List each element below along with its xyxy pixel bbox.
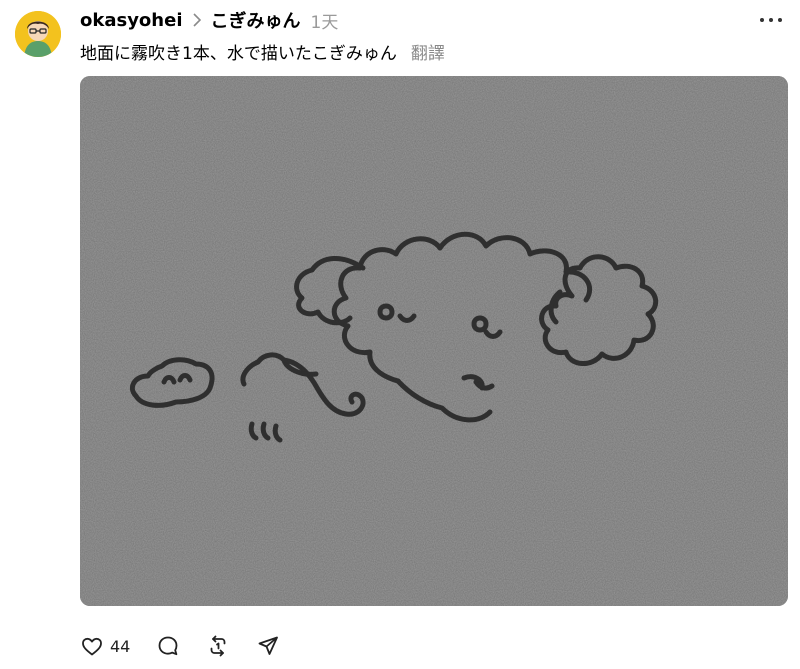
send-icon bbox=[256, 634, 280, 658]
more-dots-icon[interactable] bbox=[760, 12, 782, 28]
avatar-illustration bbox=[15, 11, 61, 57]
share-button[interactable] bbox=[256, 634, 280, 658]
comment-button[interactable] bbox=[156, 634, 180, 658]
action-bar: 44 bbox=[80, 632, 306, 660]
thread-post: okasyohei こぎみゅん 1天 地面に霧吹き1本、水で描いたこぎみゅん 翻… bbox=[0, 0, 800, 669]
avatar[interactable] bbox=[15, 11, 61, 57]
repost-button[interactable] bbox=[206, 634, 230, 658]
repost-icon bbox=[206, 634, 230, 658]
translate-link[interactable]: 翻譯 bbox=[411, 39, 445, 64]
caption-text: 地面に霧吹き1本、水で描いたこぎみゅん bbox=[80, 43, 397, 64]
water-drawing-image bbox=[80, 76, 788, 606]
comment-bubble-icon bbox=[156, 634, 180, 658]
chevron-right-icon bbox=[192, 13, 201, 27]
username[interactable]: okasyohei bbox=[80, 10, 183, 31]
post-header: okasyohei こぎみゅん 1天 bbox=[80, 7, 338, 33]
post-photo[interactable] bbox=[80, 76, 788, 606]
topic-tag[interactable]: こぎみゅん bbox=[211, 7, 301, 33]
heart-icon bbox=[80, 634, 104, 658]
post-time[interactable]: 1天 bbox=[311, 8, 339, 33]
like-count: 44 bbox=[110, 636, 131, 656]
post-caption: 地面に霧吹き1本、水で描いたこぎみゅん 翻譯 bbox=[80, 38, 445, 64]
like-button[interactable]: 44 bbox=[80, 634, 130, 658]
